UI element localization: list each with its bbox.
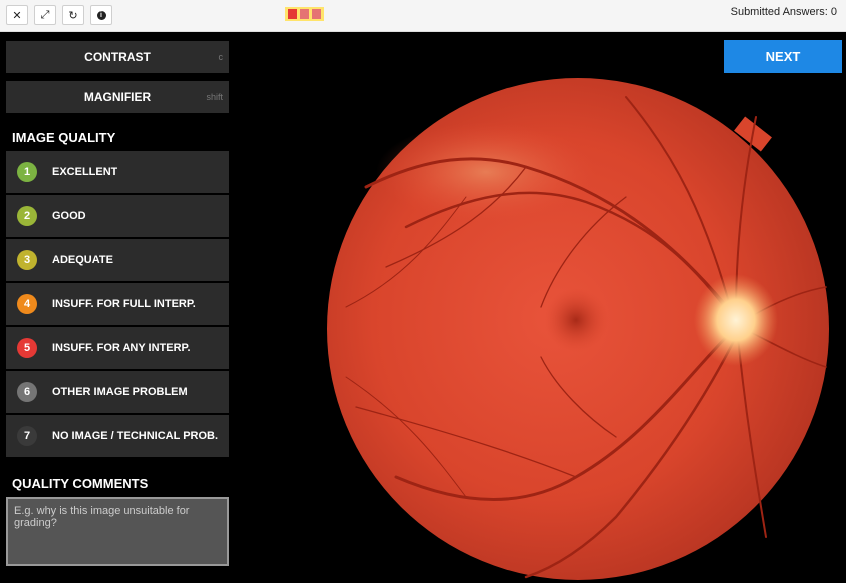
progress-indicator (285, 7, 324, 21)
option-number-badge: 3 (17, 250, 37, 270)
next-button[interactable]: NEXT (724, 40, 842, 73)
progress-dot (312, 9, 321, 19)
info-icon[interactable]: i (90, 5, 112, 25)
submitted-answers-count: Submitted Answers: 0 (730, 6, 837, 18)
option-number-badge: 2 (17, 206, 37, 226)
quality-option-excellent[interactable]: 1 EXCELLENT (6, 151, 229, 193)
quality-option-insuff-full[interactable]: 4 INSUFF. FOR FULL INTERP. (6, 283, 229, 325)
option-number-badge: 5 (17, 338, 37, 358)
quality-option-no-image[interactable]: 7 NO IMAGE / TECHNICAL PROB. (6, 415, 229, 457)
image-quality-title: IMAGE QUALITY (12, 130, 116, 145)
option-number-badge: 1 (17, 162, 37, 182)
option-label: INSUFF. FOR ANY INTERP. (52, 342, 191, 354)
option-number-badge: 6 (17, 382, 37, 402)
option-label: GOOD (52, 210, 86, 222)
option-label: EXCELLENT (52, 166, 118, 178)
quality-comments-input[interactable] (6, 497, 229, 566)
contrast-shortcut: c (218, 52, 224, 62)
quality-option-other-problem[interactable]: 6 OTHER IMAGE PROBLEM (6, 371, 229, 413)
refresh-icon[interactable]: ↻ (62, 5, 84, 25)
progress-dot (300, 9, 309, 19)
retina-fundus-image[interactable] (326, 77, 830, 581)
option-label: ADEQUATE (52, 254, 113, 266)
magnifier-button[interactable]: MAGNIFIER shift (6, 81, 229, 113)
optic-disc (694, 274, 778, 366)
magnifier-shortcut: shift (206, 92, 223, 102)
option-label: OTHER IMAGE PROBLEM (52, 386, 188, 398)
progress-dot (288, 9, 297, 19)
contrast-button[interactable]: CONTRAST c (6, 41, 229, 73)
fovea (544, 288, 608, 352)
top-toolbar: ✕ ⤢ ↻ i Submitted Answers: 0 (0, 0, 846, 32)
option-label: INSUFF. FOR FULL INTERP. (52, 298, 196, 310)
quality-comments-title: QUALITY COMMENTS (12, 476, 149, 491)
option-number-badge: 7 (17, 426, 37, 446)
quality-option-good[interactable]: 2 GOOD (6, 195, 229, 237)
close-icon[interactable]: ✕ (6, 5, 28, 25)
magnifier-label: MAGNIFIER (83, 90, 152, 104)
retinal-reflex (376, 122, 596, 222)
quality-option-adequate[interactable]: 3 ADEQUATE (6, 239, 229, 281)
option-label: NO IMAGE / TECHNICAL PROB. (52, 430, 219, 442)
quality-option-insuff-any[interactable]: 5 INSUFF. FOR ANY INTERP. (6, 327, 229, 369)
contrast-label: CONTRAST (84, 50, 151, 64)
expand-icon[interactable]: ⤢ (34, 5, 56, 25)
option-number-badge: 4 (17, 294, 37, 314)
